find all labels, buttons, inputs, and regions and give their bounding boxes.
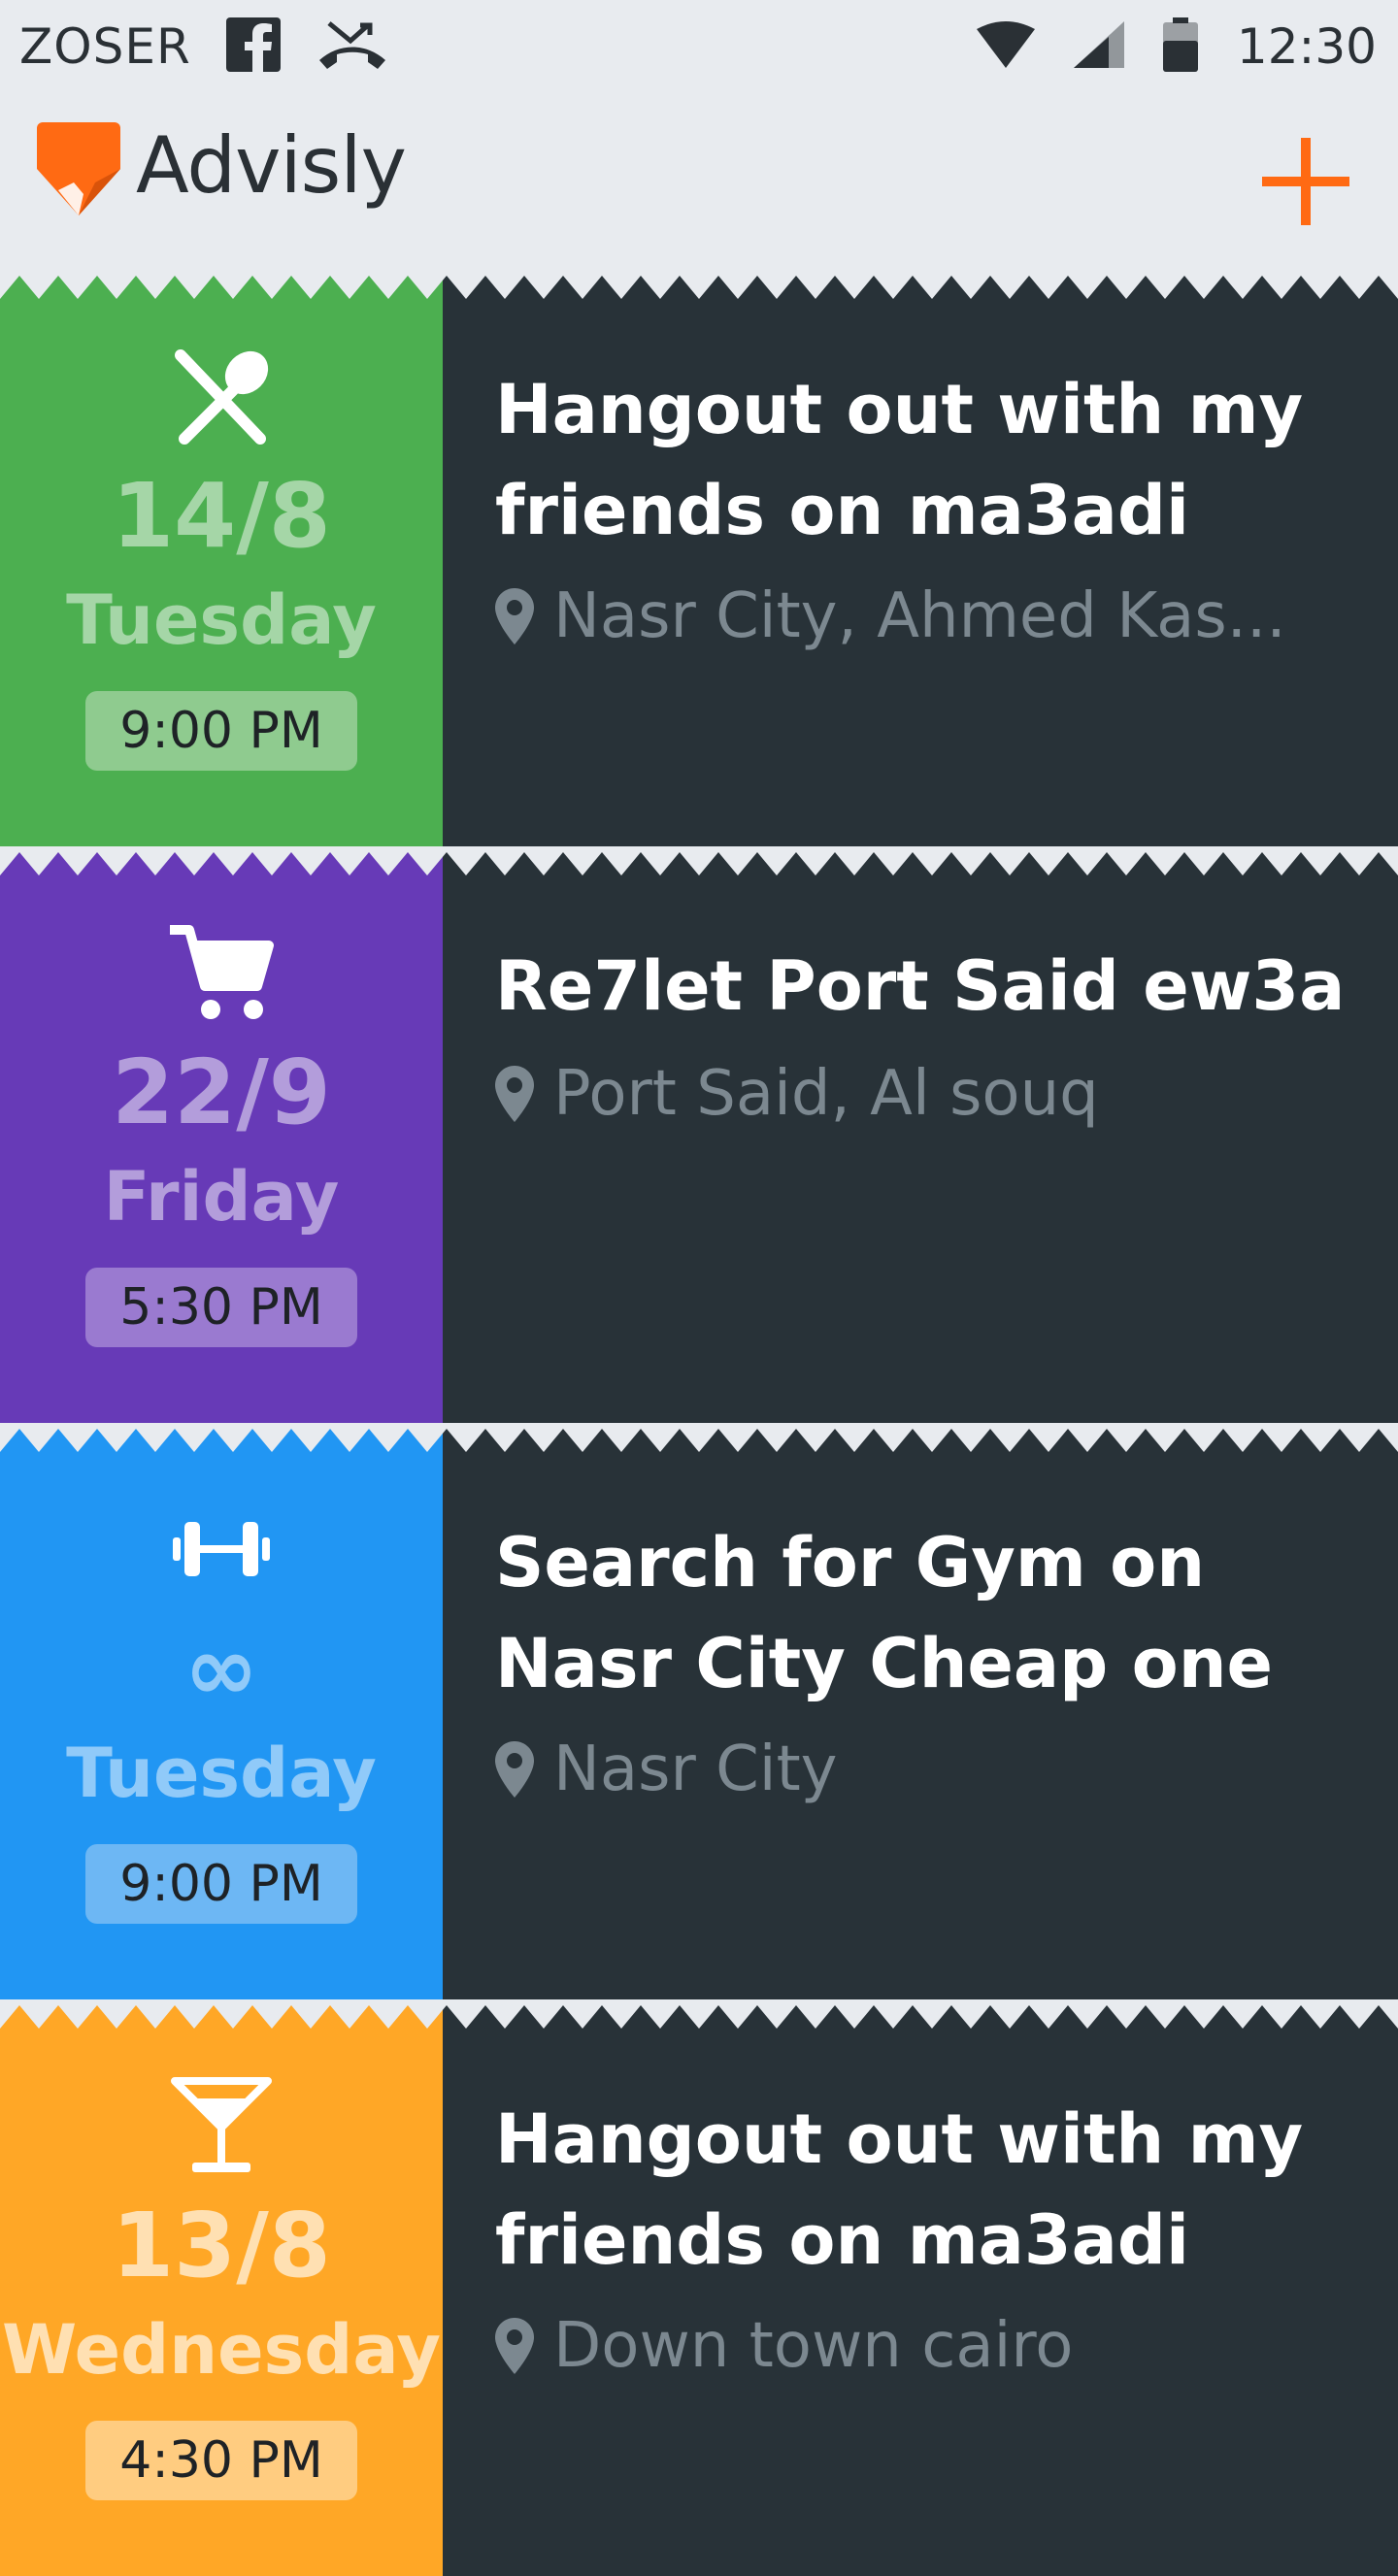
event-day: Wednesday bbox=[1, 2310, 442, 2390]
event-date: 22/9 bbox=[112, 1040, 331, 1144]
event-title: Hangout out with my friends on ma3adi bbox=[495, 2099, 1304, 2280]
event-date-panel: 14/8 Tuesday 9:00 PM bbox=[0, 270, 443, 846]
event-location: Nasr City, Ahmed Kas... bbox=[495, 580, 1286, 652]
signal-icon bbox=[1073, 21, 1124, 72]
event-time-badge: 5:30 PM bbox=[85, 1268, 357, 1347]
shopping-cart-icon bbox=[0, 922, 443, 1029]
event-location-text: Port Said, Al souq bbox=[553, 1058, 1099, 1130]
event-day: Tuesday bbox=[66, 1734, 377, 1813]
event-details-panel: Search for Gym on Nasr City Cheap one Na… bbox=[443, 1423, 1398, 1999]
event-details-panel: Hangout out with my friends on ma3adi Na… bbox=[443, 270, 1398, 846]
event-details-panel: Re7let Port Said ew3a Port Said, Al souq bbox=[443, 846, 1398, 1423]
zigzag-divider bbox=[0, 1423, 1398, 1452]
battery-icon bbox=[1162, 17, 1198, 76]
zigzag-divider bbox=[0, 846, 1398, 875]
event-time-badge: 9:00 PM bbox=[85, 691, 357, 771]
restaurant-icon bbox=[0, 346, 443, 452]
app-title: Advisly bbox=[136, 120, 407, 211]
app-bar: Advisly bbox=[0, 93, 1398, 270]
zigzag-divider bbox=[0, 270, 1398, 299]
event-time-badge: 9:00 PM bbox=[85, 1844, 357, 1924]
location-pin-icon bbox=[495, 588, 534, 644]
event-title: Hangout out with my friends on ma3adi bbox=[495, 370, 1304, 550]
status-bar: ZOSER 12:30 bbox=[0, 0, 1398, 93]
event-date: 13/8 bbox=[112, 2194, 331, 2297]
event-date-panel: 22/9 Friday 5:30 PM bbox=[0, 846, 443, 1423]
event-date-panel: 13/8 Wednesday 4:30 PM bbox=[0, 1999, 443, 2576]
event-card[interactable]: ∞ Tuesday 9:00 PM Search for Gym on Nasr… bbox=[0, 1423, 1398, 1999]
missed-call-icon bbox=[316, 17, 389, 76]
event-location-text: Nasr City bbox=[553, 1734, 838, 1805]
clock: 12:30 bbox=[1236, 18, 1377, 75]
event-title: Search for Gym on Nasr City Cheap one bbox=[495, 1523, 1274, 1703]
zigzag-divider bbox=[0, 1999, 1398, 2029]
carrier-name: ZOSER bbox=[19, 18, 191, 75]
event-card[interactable]: 13/8 Wednesday 4:30 PM Hangout out with … bbox=[0, 1999, 1398, 2576]
event-location: Down town cairo bbox=[495, 2310, 1073, 2382]
location-pin-icon bbox=[495, 2318, 534, 2374]
event-date: ∞ bbox=[183, 1617, 259, 1721]
event-time-badge: 4:30 PM bbox=[85, 2421, 357, 2500]
event-day: Friday bbox=[103, 1157, 340, 1237]
event-location-text: Down town cairo bbox=[553, 2310, 1074, 2382]
location-pin-icon bbox=[495, 1741, 534, 1798]
dumbbell-icon bbox=[0, 1499, 443, 1605]
event-title: Re7let Port Said ew3a bbox=[495, 946, 1346, 1026]
event-card[interactable]: 22/9 Friday 5:30 PM Re7let Port Said ew3… bbox=[0, 846, 1398, 1423]
event-date: 14/8 bbox=[112, 464, 331, 568]
add-button[interactable] bbox=[1252, 128, 1359, 235]
event-location-text: Nasr City, Ahmed Kas... bbox=[553, 580, 1286, 652]
cocktail-icon bbox=[0, 2075, 443, 2182]
event-location: Nasr City bbox=[495, 1734, 838, 1805]
event-date-panel: ∞ Tuesday 9:00 PM bbox=[0, 1423, 443, 1999]
event-location: Port Said, Al souq bbox=[495, 1058, 1099, 1130]
app-logo-icon bbox=[37, 122, 120, 219]
event-card[interactable]: 14/8 Tuesday 9:00 PM Hangout out with my… bbox=[0, 270, 1398, 846]
plus-icon bbox=[1262, 138, 1349, 225]
event-details-panel: Hangout out with my friends on ma3adi Do… bbox=[443, 1999, 1398, 2576]
facebook-icon bbox=[225, 17, 281, 76]
event-day: Tuesday bbox=[66, 580, 377, 660]
wifi-icon bbox=[976, 21, 1035, 72]
location-pin-icon bbox=[495, 1066, 534, 1122]
